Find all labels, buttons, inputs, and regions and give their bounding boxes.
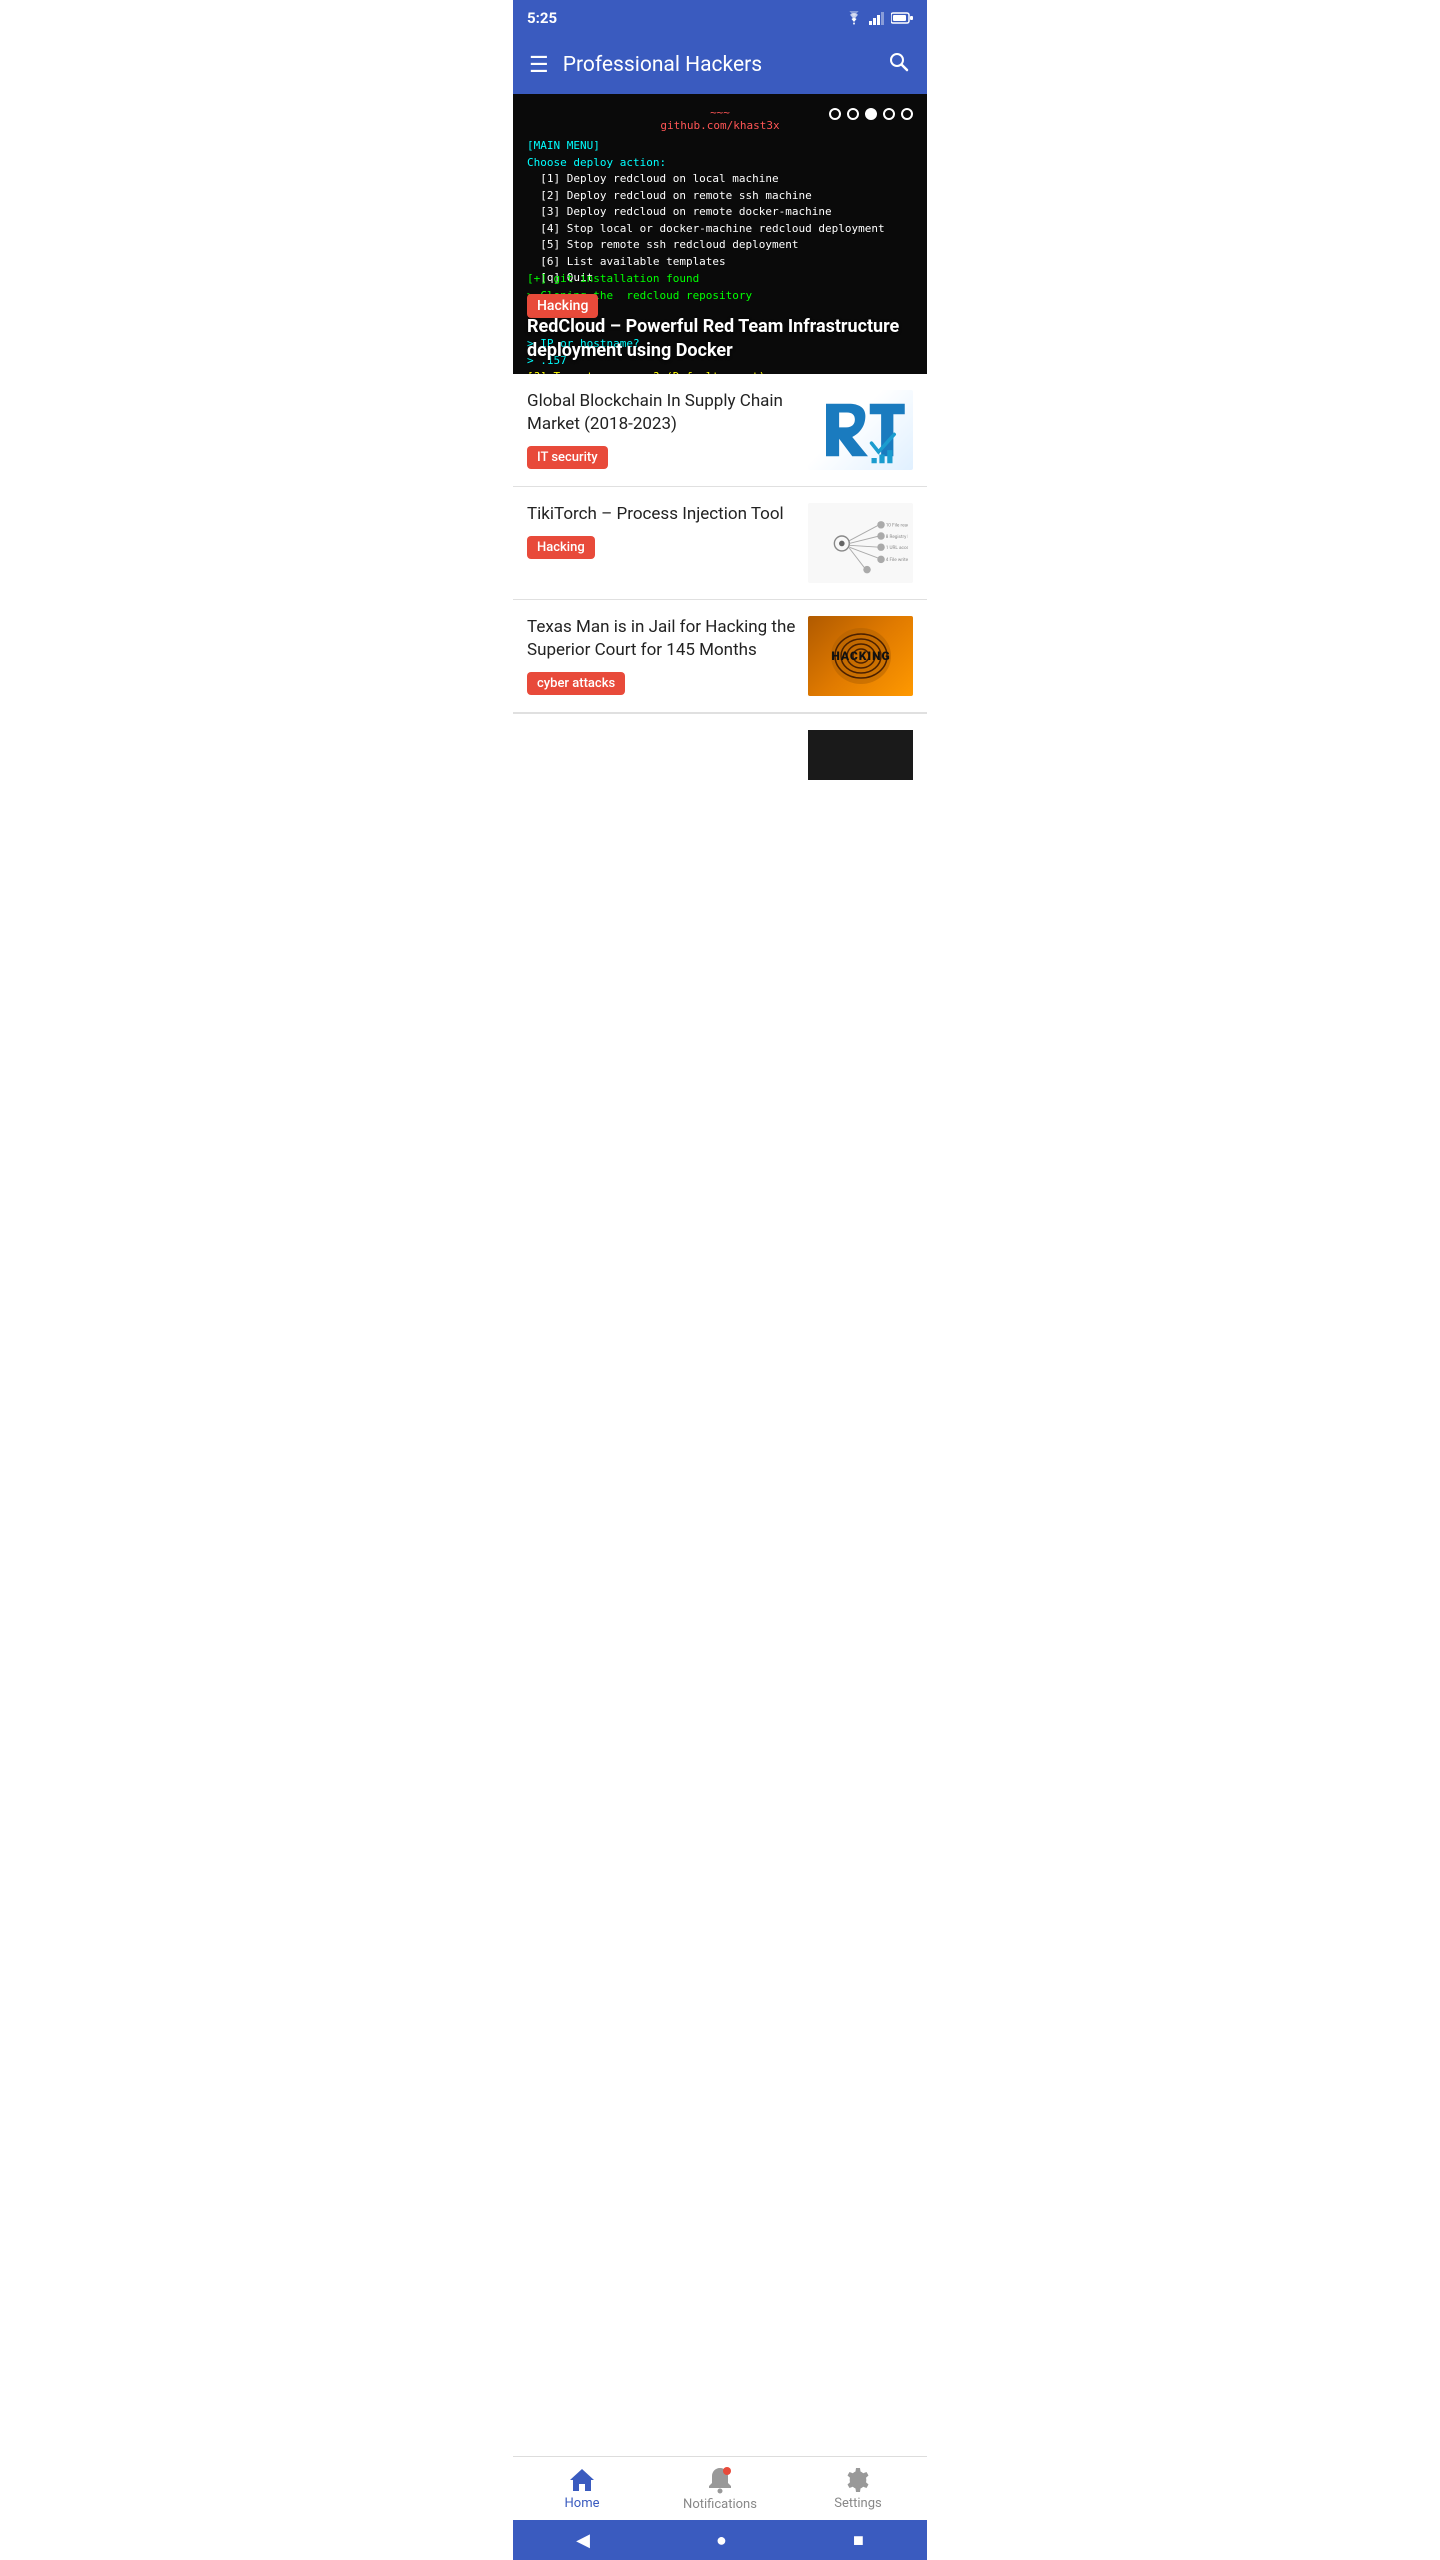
svg-text:8 Registry key accesses: 8 Registry key accesses — [886, 534, 908, 540]
partial-thumbnail — [808, 730, 913, 780]
battery-icon — [891, 12, 913, 24]
status-icons — [845, 11, 913, 25]
fingerprint-icon: HACKING — [816, 618, 906, 694]
menu-button[interactable]: ☰ — [529, 53, 549, 78]
article-content: Texas Man is in Jail for Hacking the Sup… — [527, 616, 796, 695]
article-thumbnail: 10 File reads 8 Registry key accesses 1 … — [808, 503, 913, 583]
article-title: TikiTorch – Process Injection Tool — [527, 503, 796, 526]
list-item[interactable]: TikiTorch – Process Injection Tool Hacki… — [513, 487, 927, 600]
list-item[interactable]: Global Blockchain In Supply Chain Market… — [513, 374, 927, 487]
dot-3[interactable] — [865, 108, 877, 120]
svg-text:HACKING: HACKING — [831, 649, 890, 663]
bottom-nav: Home Notifications Settings — [513, 2456, 927, 2520]
article-list: Global Blockchain In Supply Chain Market… — [513, 374, 927, 780]
network-thumb: 10 File reads 8 Registry key accesses 1 … — [808, 503, 913, 583]
notifications-label: Notifications — [683, 2497, 757, 2512]
article-title: Global Blockchain In Supply Chain Market… — [527, 390, 796, 436]
home-button[interactable]: ● — [704, 2524, 739, 2557]
status-time: 5:25 — [527, 9, 557, 27]
notification-icon — [707, 2466, 733, 2494]
list-item-partial — [513, 713, 927, 780]
status-bar: 5:25 — [513, 0, 927, 36]
article-thumbnail: HACKING — [808, 616, 913, 696]
dot-2[interactable] — [847, 108, 859, 120]
wifi-icon — [845, 11, 863, 25]
hacking-thumb: HACKING — [808, 616, 913, 696]
article-title: Texas Man is in Jail for Hacking the Sup… — [527, 616, 796, 662]
hero-title[interactable]: RedCloud – Powerful Red Team Infrastruct… — [527, 315, 913, 362]
nav-home[interactable]: Home — [513, 2467, 651, 2511]
list-item[interactable]: Texas Man is in Jail for Hacking the Sup… — [513, 600, 927, 713]
svg-text:1 URL access: 1 URL access — [886, 545, 908, 551]
svg-text:4 File writes: 4 File writes — [886, 557, 908, 563]
back-button[interactable]: ◀ — [564, 2524, 602, 2557]
svg-text:10 File reads: 10 File reads — [886, 523, 908, 529]
home-label: Home — [565, 2496, 600, 2511]
rt-logo-thumb — [808, 390, 913, 470]
app-bar: ☰ Professional Hackers — [513, 36, 927, 94]
dot-1[interactable] — [829, 108, 841, 120]
search-button[interactable] — [887, 50, 911, 80]
article-badge: IT security — [527, 446, 608, 469]
nav-notifications[interactable]: Notifications — [651, 2466, 789, 2512]
recents-button[interactable]: ■ — [841, 2524, 876, 2557]
signal-icon — [869, 11, 885, 25]
article-badge: Hacking — [527, 536, 595, 559]
hero-section[interactable]: ~~~github.com/khast3x [MAIN MENU] Choose… — [513, 94, 927, 374]
article-thumbnail — [808, 390, 913, 470]
settings-label: Settings — [834, 2496, 881, 2511]
hero-pagination — [829, 108, 913, 120]
settings-icon — [845, 2467, 871, 2493]
app-title: Professional Hackers — [563, 53, 887, 77]
search-icon — [887, 50, 911, 74]
network-diagram-icon: 10 File reads 8 Registry key accesses 1 … — [813, 508, 908, 578]
android-nav-bar: ◀ ● ■ — [513, 2520, 927, 2560]
dot-4[interactable] — [883, 108, 895, 120]
nav-settings[interactable]: Settings — [789, 2467, 927, 2511]
dot-5[interactable] — [901, 108, 913, 120]
article-content: TikiTorch – Process Injection Tool Hacki… — [527, 503, 796, 559]
article-badge: cyber attacks — [527, 672, 625, 695]
rt-logo-icon — [816, 395, 906, 465]
home-icon — [568, 2467, 596, 2493]
article-content: Global Blockchain In Supply Chain Market… — [527, 390, 796, 469]
